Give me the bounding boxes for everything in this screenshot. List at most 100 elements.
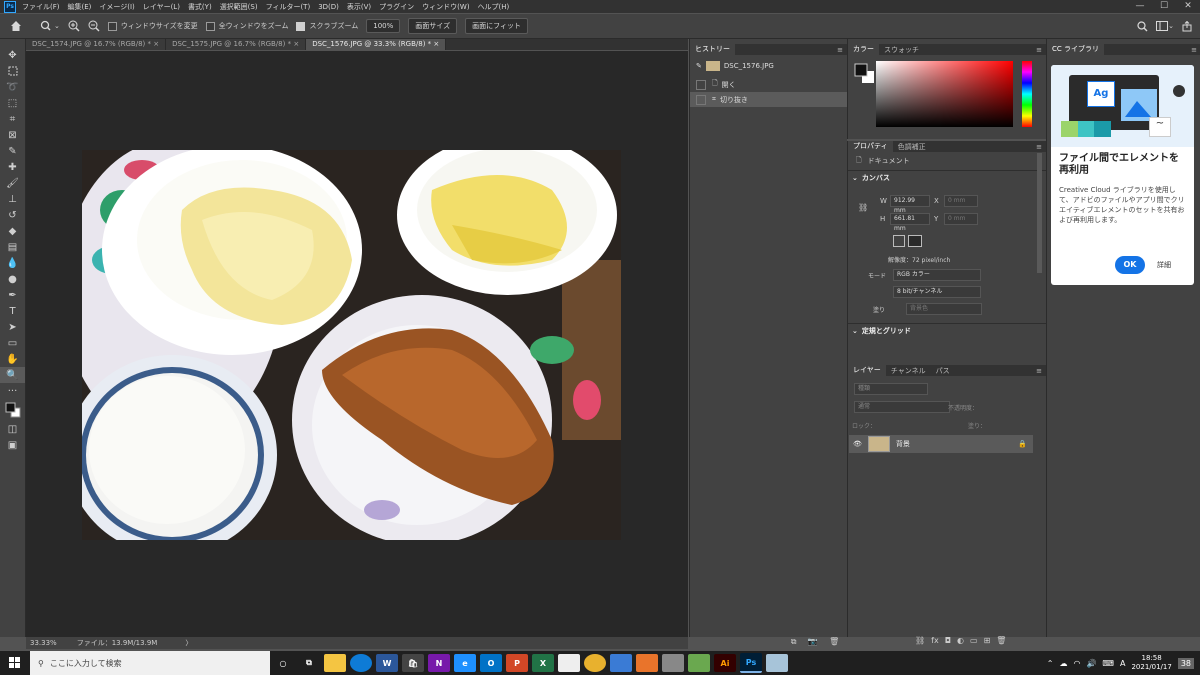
move-tool-icon[interactable]: ✥ (0, 47, 25, 63)
close-button[interactable]: ✕ (1176, 0, 1200, 13)
menu-select[interactable]: 選択範囲(S) (220, 2, 258, 12)
clock[interactable]: 18:58 2021/01/17 (1131, 654, 1171, 672)
layer-mask-icon[interactable]: ◘ (945, 636, 951, 645)
tab-cc-libraries[interactable]: CC ライブラリ (1047, 44, 1105, 55)
tab-doc-1576[interactable]: DSC_1576.JPG @ 33.3% (RGB/8) * × (306, 39, 447, 50)
quick-mask-icon[interactable]: ◫ (0, 421, 25, 437)
layer-kind-filter[interactable]: 種類 (854, 383, 928, 395)
word-icon[interactable]: W (376, 654, 398, 672)
resize-windows-checkbox[interactable]: ウィンドウサイズを変更 (107, 21, 198, 31)
fill-select[interactable]: 背景色 (906, 303, 982, 315)
workspace-icon[interactable]: ⌄ (1156, 21, 1174, 31)
tab-doc-1574[interactable]: DSC_1574.JPG @ 16.7% (RGB/8) * × (26, 39, 167, 50)
healing-brush-tool-icon[interactable]: ✚ (0, 159, 25, 175)
zoom-100-button[interactable]: 100% (366, 19, 401, 33)
taskbar-search-box[interactable]: ⚲ ここに入力して検索 (30, 651, 270, 675)
edge-browser-icon[interactable] (350, 654, 372, 672)
zoom-in-icon[interactable] (68, 20, 80, 32)
ok-button[interactable]: OK (1115, 256, 1145, 274)
lasso-tool-icon[interactable]: ➰ (0, 79, 25, 95)
new-document-from-state-icon[interactable]: ⧉ (791, 637, 797, 647)
zoom-tool-preset-icon[interactable]: ⌄ (40, 20, 60, 32)
powerpoint-icon[interactable]: P (506, 654, 528, 672)
foreground-background-color-icon[interactable] (854, 63, 876, 85)
link-dimensions-icon[interactable]: ⛓ (858, 203, 868, 212)
hue-slider[interactable] (1022, 61, 1032, 127)
maximize-button[interactable]: ☐ (1152, 0, 1176, 13)
onedrive-icon[interactable]: ☁ (1059, 659, 1067, 668)
layer-row-background[interactable]: 👁 背景 🔒 (849, 435, 1033, 453)
eye-icon[interactable]: 👁 (853, 440, 862, 448)
portrait-orientation-icon[interactable] (893, 235, 905, 247)
task-view-icon[interactable]: ⧉ (298, 654, 320, 672)
share-icon[interactable] (1182, 20, 1192, 32)
keyboard-icon[interactable]: ⌨ (1102, 659, 1114, 668)
height-field[interactable]: 661.81 mm (890, 213, 930, 232)
tab-adjustments[interactable]: 色調補正 (893, 142, 931, 152)
wifi-icon[interactable]: ◠ (1073, 659, 1080, 668)
layer-style-icon[interactable]: fx (931, 636, 939, 645)
screen-mode-icon[interactable]: ▣ (0, 437, 25, 453)
tray-chevron-icon[interactable]: ⌃ (1047, 659, 1054, 668)
panel-menu-icon[interactable]: ≡ (1191, 46, 1200, 54)
brush-tool-icon[interactable]: 🖌 (0, 175, 25, 191)
tab-swatches[interactable]: スウォッチ (879, 45, 924, 55)
minimize-button[interactable]: — (1128, 0, 1152, 13)
panel-menu-icon[interactable]: ≡ (1036, 143, 1046, 151)
details-link[interactable]: 詳細 (1157, 260, 1171, 270)
zoom-out-icon[interactable] (88, 20, 100, 32)
excel-icon[interactable]: X (532, 654, 554, 672)
photoshop-taskbar-icon[interactable]: Ps (740, 653, 762, 673)
menu-plugins[interactable]: プラグイン (379, 2, 414, 12)
rectangle-tool-icon[interactable]: ▭ (0, 335, 25, 351)
chevron-down-icon[interactable]: ⌄ (852, 174, 858, 182)
history-source-box[interactable] (696, 94, 706, 105)
object-select-tool-icon[interactable]: ⬚ (0, 95, 25, 111)
chevron-down-icon[interactable]: ⌄ (852, 327, 858, 335)
pen-tool-icon[interactable]: ✒ (0, 287, 25, 303)
eraser-tool-icon[interactable]: ◆ (0, 223, 25, 239)
path-select-tool-icon[interactable]: ➤ (0, 319, 25, 335)
tab-doc-1575[interactable]: DSC_1575.JPG @ 16.7% (RGB/8) * × (166, 39, 307, 50)
menu-edit[interactable]: 編集(E) (68, 2, 92, 12)
tab-channels[interactable]: チャンネル (886, 366, 931, 376)
history-snapshot[interactable]: ✎ DSC_1576.JPG (690, 55, 847, 77)
camera-icon[interactable] (662, 654, 684, 672)
generic-app-icon[interactable] (766, 654, 788, 672)
menu-window[interactable]: ウィンドウ(W) (422, 2, 469, 12)
type-tool-icon[interactable]: T (0, 303, 25, 319)
app-icon[interactable] (688, 654, 710, 672)
zoom-all-checkbox[interactable]: 全ウィンドウをズーム (205, 21, 288, 31)
history-item-open[interactable]: 🗋 開く (690, 77, 847, 92)
mode-select[interactable]: RGB カラー (893, 269, 981, 281)
notepad-icon[interactable] (558, 654, 580, 672)
file-explorer-icon[interactable] (324, 654, 346, 672)
store-icon[interactable]: 🛍 (402, 654, 424, 672)
zoom-tool-icon[interactable]: 🔍 (0, 367, 25, 383)
history-item-crop[interactable]: ⌗ 切り抜き (690, 92, 847, 107)
x-field[interactable]: 0 mm (944, 195, 978, 207)
link-layers-icon[interactable]: ⛓ (915, 636, 925, 645)
photo-app-icon[interactable] (610, 654, 632, 672)
home-icon[interactable] (10, 20, 22, 32)
properties-scrollbar[interactable] (1037, 153, 1042, 273)
width-field[interactable]: 912.99 mm (890, 195, 930, 214)
windows-start-icon[interactable] (0, 657, 30, 669)
trash-icon[interactable]: 🗑 (829, 637, 839, 647)
history-brush-tool-icon[interactable]: ↺ (0, 207, 25, 223)
zoom-readout[interactable]: 33.33% (30, 639, 57, 647)
blend-mode-select[interactable]: 通常 (854, 401, 950, 413)
tab-layers[interactable]: レイヤー (848, 365, 886, 376)
more-tools-icon[interactable]: ··· (0, 383, 25, 399)
crop-tool-icon[interactable]: ⌗ (0, 111, 25, 127)
color-swatches-icon[interactable] (0, 399, 25, 421)
volume-icon[interactable]: 🔊 (1086, 659, 1096, 668)
notification-badge[interactable]: 38 (1177, 657, 1194, 669)
marquee-tool-icon[interactable] (0, 63, 25, 79)
frame-tool-icon[interactable]: ⊠ (0, 127, 25, 143)
cortana-icon[interactable]: ○ (272, 654, 294, 672)
blur-tool-icon[interactable]: 💧 (0, 255, 25, 271)
color-field[interactable] (876, 61, 1013, 127)
close-icon[interactable]: × (433, 40, 439, 48)
fit-screen-button[interactable]: 画面サイズ (408, 18, 458, 34)
